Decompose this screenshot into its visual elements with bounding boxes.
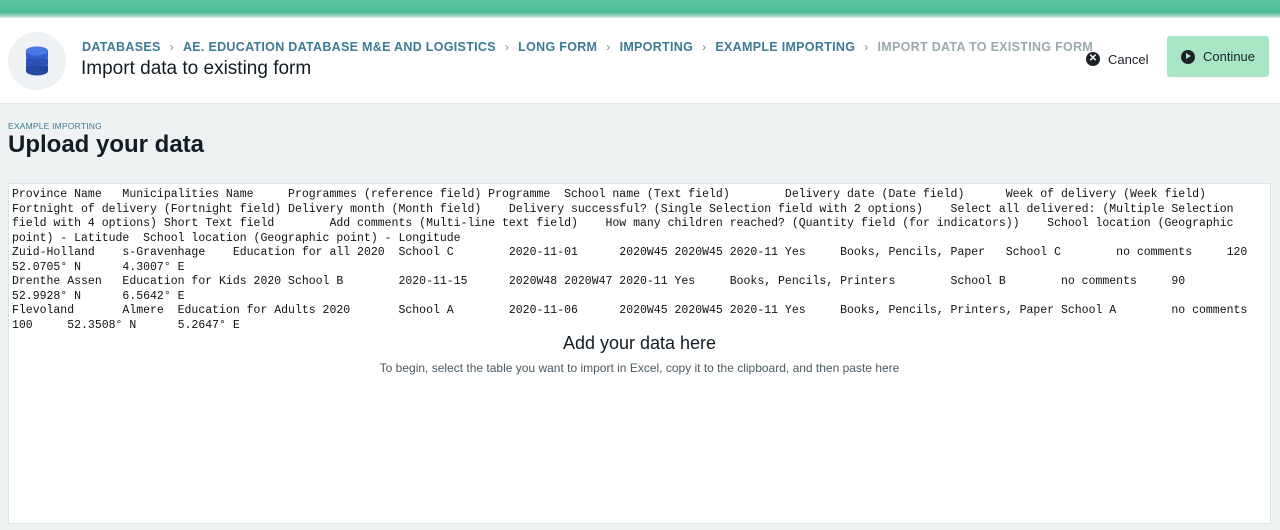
paste-area-title: Add your data here <box>562 333 717 353</box>
page-title: Import data to existing form <box>81 58 312 79</box>
breadcrumb-importing[interactable]: IMPORTING <box>620 40 694 54</box>
paste-area[interactable]: Province Name Municipalities Name Progra… <box>8 183 1271 524</box>
chevron-right-icon: › <box>504 40 510 54</box>
cancel-label: Cancel <box>1108 51 1149 67</box>
section-kicker: EXAMPLE IMPORTING <box>8 121 102 131</box>
continue-label: Continue <box>1202 49 1256 64</box>
pasted-data-text: Province Name Municipalities Name Progra… <box>12 188 1248 332</box>
section-title: Upload your data <box>8 131 205 158</box>
top-accent-bar <box>0 0 1280 18</box>
continue-button[interactable]: Continue <box>1167 36 1269 77</box>
chevron-right-icon: › <box>606 40 611 54</box>
breadcrumb-databases[interactable]: DATABASES <box>82 40 161 54</box>
chevron-right-icon: › <box>864 40 869 54</box>
breadcrumb-database[interactable]: AE. EDUCATION DATABASE M&E AND LOGISTICS <box>183 40 496 54</box>
breadcrumb-form[interactable]: LONG FORM <box>518 40 597 54</box>
database-icon <box>8 32 66 90</box>
breadcrumb: DATABASES › AE. EDUCATION DATABASE M&E A… <box>82 40 1093 54</box>
chevron-right-icon: › <box>169 40 174 54</box>
close-circle-icon: ✕ <box>1086 52 1100 66</box>
play-circle-icon <box>1180 49 1195 64</box>
paste-area-hint: To begin, select the table you want to i… <box>379 361 900 375</box>
chevron-right-icon: › <box>702 40 707 54</box>
page-header: DATABASES › AE. EDUCATION DATABASE M&E A… <box>0 18 1280 104</box>
cancel-button[interactable]: ✕ Cancel <box>1086 48 1148 70</box>
breadcrumb-current: IMPORT DATA TO EXISTING FORM <box>877 40 1094 54</box>
breadcrumb-example-importing[interactable]: EXAMPLE IMPORTING <box>715 40 855 54</box>
